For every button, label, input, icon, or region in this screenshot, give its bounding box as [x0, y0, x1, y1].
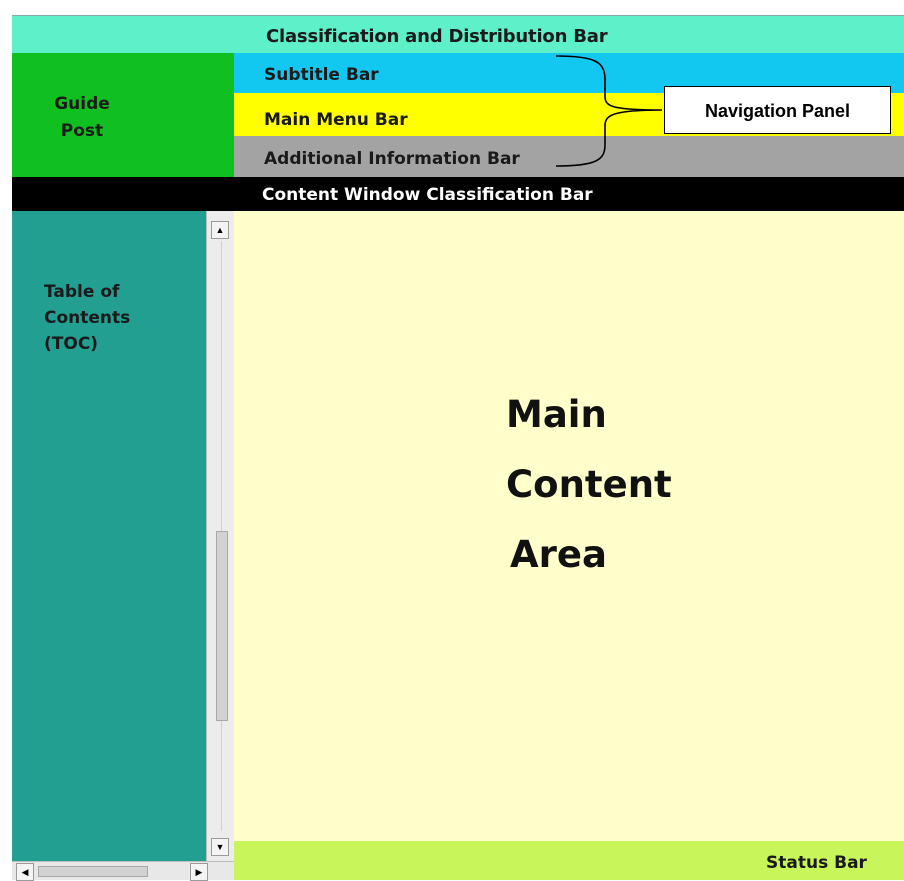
scroll-up-arrow-icon[interactable]: ▲ [211, 221, 229, 239]
navigation-panel-callout: Navigation Panel [664, 86, 891, 134]
main-menu-bar-label: Main Menu Bar [264, 110, 408, 130]
toc-label-line3: (TOC) [44, 334, 99, 354]
toc-horizontal-scrollbar[interactable]: ◀ ▶ [12, 861, 234, 881]
classification-distribution-bar: Classification and Distribution Bar [12, 15, 904, 53]
toc-label: Table of Contents (TOC) [44, 279, 130, 357]
guide-post: Guide Post [12, 53, 234, 177]
guide-post-label: Guide Post [48, 91, 116, 145]
scroll-left-arrow-icon[interactable]: ◀ [16, 863, 34, 881]
toc-label-line2: Contents [44, 308, 131, 328]
status-bar-label: Status Bar [766, 853, 867, 873]
additional-info-bar-label: Additional Information Bar [264, 149, 520, 169]
content-window-classification-bar: Content Window Classification Bar [12, 177, 904, 211]
horizontal-scroll-thumb[interactable] [38, 866, 148, 877]
guide-post-label-line2: Post [60, 121, 104, 141]
guide-post-label-line1: Guide [54, 94, 110, 114]
main-content-label-line1: Main [506, 393, 607, 436]
classification-bar-label: Classification and Distribution Bar [266, 26, 608, 47]
additional-information-bar: Additional Information Bar [234, 136, 904, 177]
navigation-panel-label: Navigation Panel [704, 101, 851, 121]
table-of-contents-panel[interactable]: Table of Contents (TOC) [12, 211, 206, 880]
frame-margin [0, 0, 12, 880]
content-window-bar-label: Content Window Classification Bar [262, 185, 593, 205]
main-content-label-line3: Area [510, 533, 607, 576]
scroll-right-arrow-icon[interactable]: ▶ [190, 863, 208, 881]
scroll-down-arrow-icon[interactable]: ▼ [211, 838, 229, 856]
toc-label-line1: Table of [44, 282, 120, 302]
subtitle-bar-label: Subtitle Bar [264, 65, 379, 85]
main-content-label-line2: Content [506, 463, 672, 506]
main-content-area[interactable]: Main Content Area [234, 211, 904, 841]
vertical-scroll-thumb[interactable] [216, 531, 228, 721]
toc-vertical-scrollbar[interactable]: ▲ ▼ [206, 211, 234, 861]
status-bar: Status Bar [234, 841, 904, 880]
